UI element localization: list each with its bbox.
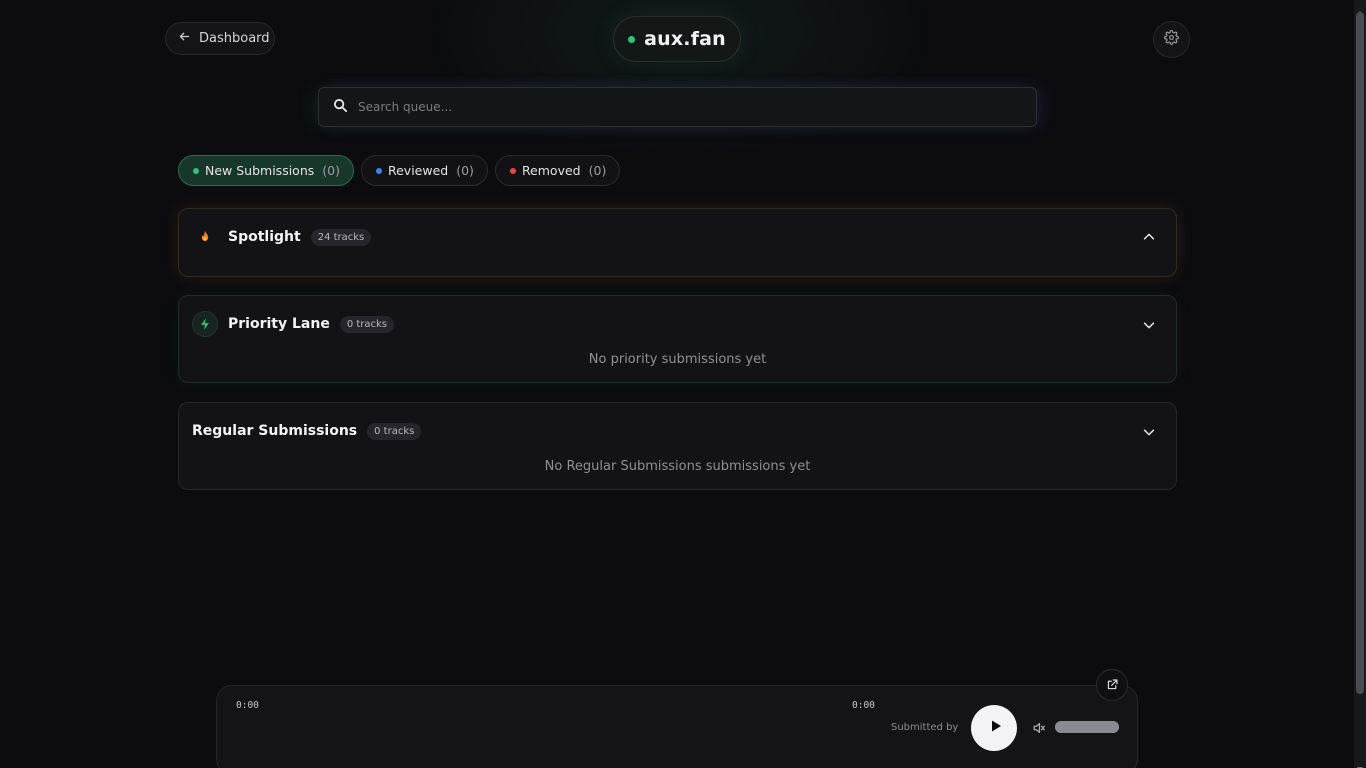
arrow-left-icon (178, 30, 191, 47)
search-input[interactable] (358, 100, 998, 114)
empty-state-message: No priority submissions yet (588, 352, 767, 367)
status-tabs: New Submissions (0) Reviewed (0) Removed… (178, 155, 621, 186)
track-count-badge: 0 tracks (339, 315, 395, 333)
tab-new-submissions[interactable]: New Submissions (0) (178, 155, 354, 186)
empty-state-message: No Regular Submissions submissions yet (544, 459, 811, 474)
tab-reviewed[interactable]: Reviewed (0) (360, 155, 488, 186)
section-title: Priority Lane (228, 316, 330, 332)
volume-fill (1055, 721, 1119, 733)
status-dot (193, 167, 199, 174)
audio-player: 0:00 0:00 Submitted by (216, 685, 1138, 768)
duration-time: 0:00 (852, 700, 875, 711)
scrollbar-thumb[interactable] (1356, 12, 1364, 694)
section-title: Spotlight (228, 229, 301, 245)
search-bar[interactable] (318, 87, 1037, 127)
flame-icon (192, 224, 218, 250)
logo-status-dot (628, 35, 636, 43)
bolt-icon (192, 311, 218, 337)
priority-lane-header[interactable]: Priority Lane 0 tracks (192, 310, 395, 338)
scroll-up-arrow-icon[interactable] (1356, 2, 1364, 15)
track-count-badge: 24 tracks (310, 228, 372, 246)
tab-removed[interactable]: Removed (0) (494, 155, 621, 186)
back-button-label: Dashboard (199, 31, 270, 46)
speaker-icon[interactable] (1032, 720, 1046, 734)
tab-count: (0) (588, 163, 607, 178)
play-icon (985, 718, 1004, 738)
play-button[interactable] (971, 705, 1017, 751)
search-icon (333, 98, 348, 117)
spotlight-section: Spotlight 24 tracks (178, 208, 1177, 277)
logo-text: aux.fan (644, 28, 726, 50)
chevron-down-icon[interactable] (1142, 317, 1156, 331)
submitted-by-label: Submitted by (891, 722, 959, 733)
volume-slider[interactable] (1055, 721, 1119, 733)
tab-label: Reviewed (387, 163, 449, 178)
status-dot (509, 167, 516, 174)
logo[interactable]: aux.fan (613, 16, 741, 62)
spotlight-header[interactable]: Spotlight 24 tracks (192, 223, 372, 251)
gear-icon (1164, 30, 1179, 49)
chevron-up-icon[interactable] (1142, 229, 1156, 243)
section-title: Regular Submissions (192, 423, 358, 439)
tab-count: (0) (456, 163, 474, 178)
regular-submissions-header[interactable]: Regular Submissions 0 tracks (192, 417, 422, 445)
track-count-badge: 0 tracks (367, 422, 422, 440)
external-link-icon (1106, 676, 1119, 695)
chevron-down-icon[interactable] (1142, 424, 1156, 438)
tab-label: Removed (521, 163, 581, 178)
tab-count: (0) (322, 163, 340, 178)
back-to-dashboard-button[interactable]: Dashboard (165, 22, 275, 55)
regular-submissions-section: Regular Submissions 0 tracks No Regular … (178, 402, 1177, 490)
priority-lane-section: Priority Lane 0 tracks No priority submi… (178, 295, 1177, 383)
scroll-down-arrow-icon[interactable] (1356, 758, 1364, 768)
status-dot (375, 167, 382, 174)
open-external-button[interactable] (1096, 669, 1128, 701)
tab-label: New Submissions (205, 163, 315, 178)
current-time: 0:00 (236, 700, 259, 711)
page-scrollbar[interactable] (1354, 0, 1366, 768)
settings-button[interactable] (1153, 21, 1190, 58)
